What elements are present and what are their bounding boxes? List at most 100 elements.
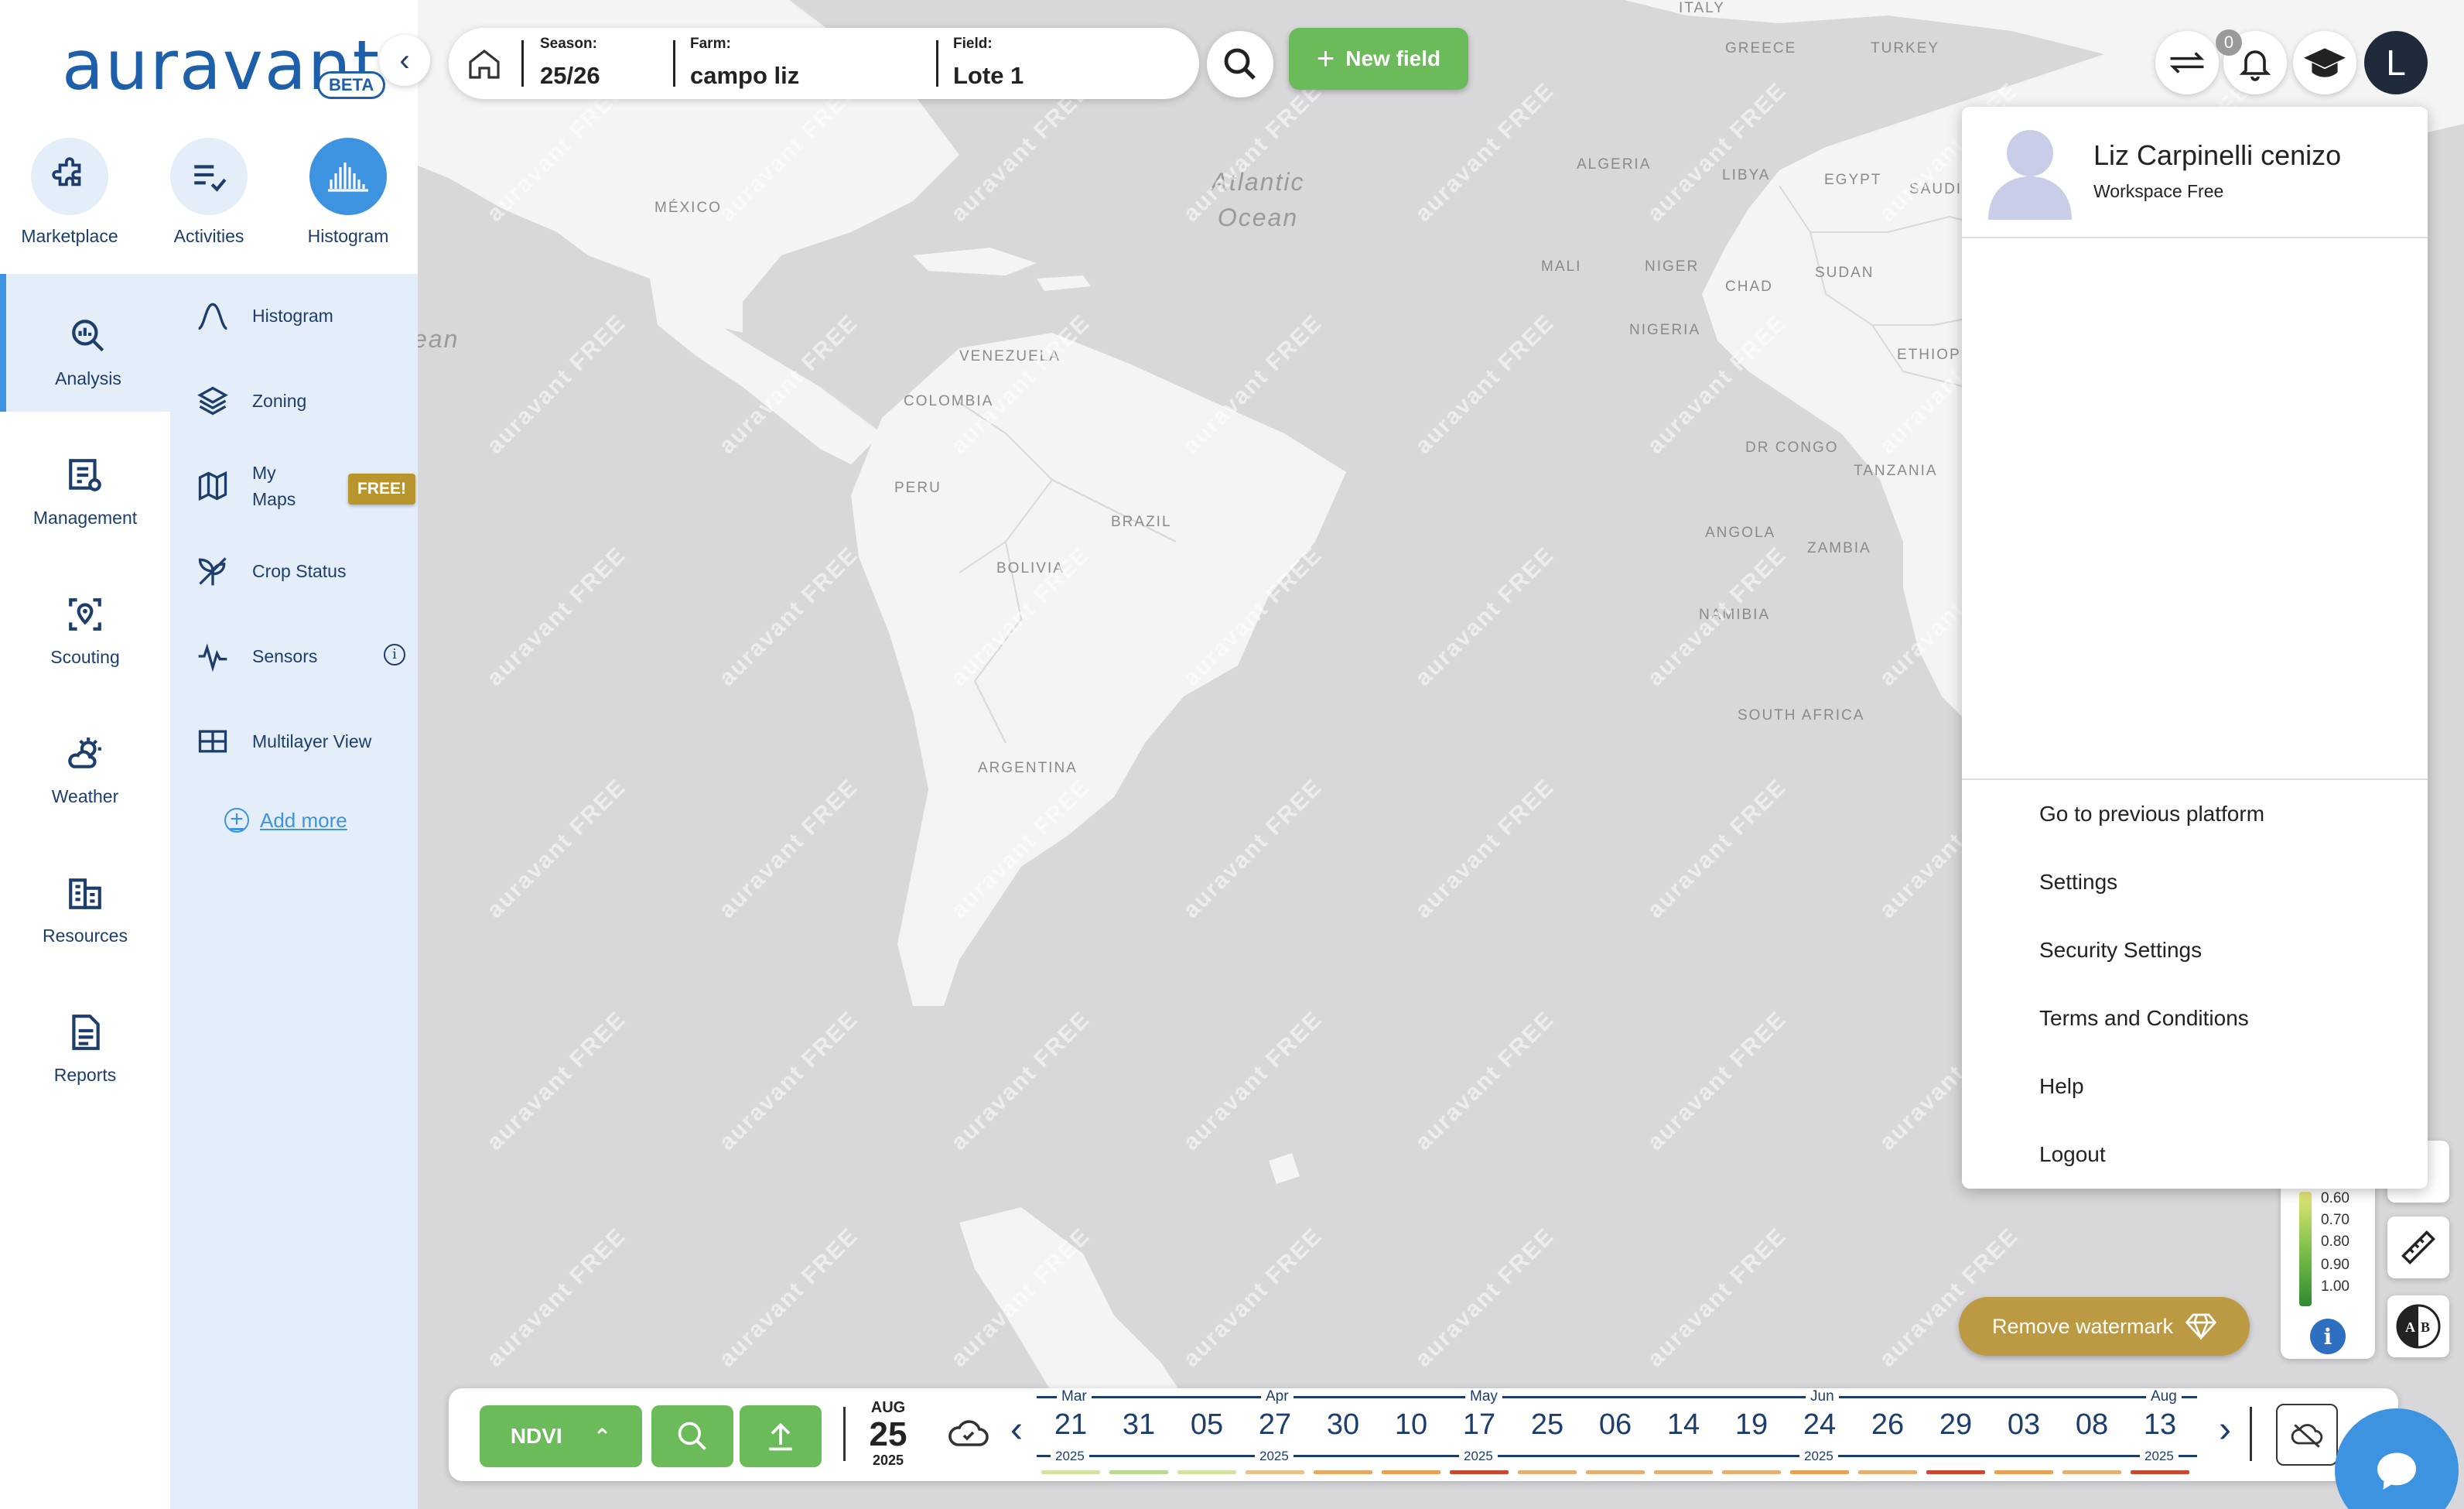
field-selector[interactable]: Field: Lote 1 xyxy=(953,36,1024,90)
map-label: ZAMBIA xyxy=(1807,540,1871,556)
add-more-link[interactable]: + Add more xyxy=(224,808,347,833)
index-selector[interactable]: NDVI ⌃ xyxy=(480,1405,642,1467)
cloud-filter-button[interactable] xyxy=(947,1415,990,1457)
legend-value: 0.80 xyxy=(2321,1234,2350,1250)
timeline-date[interactable]: 31 xyxy=(1105,1408,1173,1442)
subnav-crop-status[interactable]: Crop Status xyxy=(193,540,410,602)
timeline-date[interactable]: 19 xyxy=(1717,1408,1786,1442)
timeline-date[interactable]: 25 xyxy=(1513,1408,1581,1442)
map-label: BRAZIL xyxy=(1111,514,1172,530)
topnav-label: Activities xyxy=(173,226,244,246)
home-button[interactable] xyxy=(466,45,503,86)
chevron-left-icon: ‹ xyxy=(1010,1409,1023,1450)
timeline-quality-bar xyxy=(1450,1470,1509,1474)
search-button[interactable] xyxy=(1207,31,1273,98)
subnav-label: Histogram xyxy=(252,305,333,326)
chevron-up-icon: ⌃ xyxy=(593,1424,612,1449)
puzzle-icon xyxy=(31,138,108,215)
map-label: GREECE xyxy=(1725,40,1797,56)
subnav-sensors[interactable]: Sensors i xyxy=(193,625,410,687)
menu-help[interactable]: Help xyxy=(2039,1074,2084,1099)
topnav-histogram[interactable]: Histogram xyxy=(294,138,402,247)
timeline-quality-bar xyxy=(1994,1470,2053,1474)
nav-resources[interactable]: Resources xyxy=(0,831,170,969)
timeline-date[interactable]: 26 xyxy=(1854,1408,1922,1442)
cloud-off-button[interactable] xyxy=(2276,1404,2338,1466)
academy-button[interactable] xyxy=(2293,31,2356,94)
timeline-date[interactable]: 05 xyxy=(1173,1408,1241,1442)
legend-value: 0.90 xyxy=(2321,1257,2350,1273)
timeline-date[interactable]: 30 xyxy=(1309,1408,1377,1442)
season-selector[interactable]: Season: 25/26 xyxy=(540,36,600,90)
measure-tool-button[interactable] xyxy=(2387,1216,2449,1278)
subnav-zoning[interactable]: Zoning xyxy=(193,370,410,432)
switch-button[interactable] xyxy=(2155,31,2219,94)
zoom-image-button[interactable] xyxy=(651,1405,733,1467)
farm-selector[interactable]: Farm: campo liz xyxy=(690,36,799,90)
timeline-quality-bar xyxy=(1722,1470,1781,1474)
ndvi-legend: 0.60 0.70 0.80 0.90 1.00 i xyxy=(2281,1161,2375,1359)
menu-settings[interactable]: Settings xyxy=(2039,870,2117,895)
remove-watermark-button[interactable]: Remove watermark xyxy=(1959,1297,2250,1356)
subnav-histogram[interactable]: Histogram xyxy=(193,285,410,347)
nav-reports[interactable]: Reports xyxy=(0,970,170,1108)
user-name: Liz Carpinelli cenizo xyxy=(2093,139,2342,171)
divider xyxy=(673,40,675,87)
new-field-button[interactable]: + New field xyxy=(1289,28,1468,90)
logo[interactable]: auravant BETA xyxy=(62,31,386,101)
subnav-label: Crop Status xyxy=(252,560,347,581)
user-avatar-button[interactable]: L xyxy=(2364,31,2428,94)
timeline-date[interactable]: 14 xyxy=(1649,1408,1717,1442)
nav-weather[interactable]: Weather xyxy=(0,692,170,830)
nav-analysis[interactable]: Analysis xyxy=(0,274,170,412)
timeline-quality-bar xyxy=(1858,1470,1917,1474)
timeline-date[interactable]: 21 xyxy=(1037,1408,1105,1442)
menu-logout[interactable]: Logout xyxy=(2039,1142,2106,1167)
timeline-date[interactable]: 27 xyxy=(1241,1408,1309,1442)
menu-previous-platform[interactable]: Go to previous platform xyxy=(2039,802,2264,826)
timeline-date[interactable]: 17 xyxy=(1445,1408,1513,1442)
menu-terms[interactable]: Terms and Conditions xyxy=(2039,1006,2249,1031)
plus-circle-icon: + xyxy=(224,808,249,833)
map-label: MALI xyxy=(1541,258,1582,275)
subnav-my-maps[interactable]: My Maps FREE! xyxy=(193,455,415,517)
subnav-multilayer[interactable]: Multilayer View xyxy=(193,710,410,772)
topnav-marketplace[interactable]: Marketplace xyxy=(15,138,124,247)
layers-icon xyxy=(193,382,232,420)
scouting-icon xyxy=(62,591,108,638)
user-avatar-placeholder-icon xyxy=(1985,122,2075,224)
timeline-quality-bar xyxy=(2062,1470,2121,1474)
map-label: NIGERIA xyxy=(1629,322,1701,338)
timeline-bottom-line xyxy=(1037,1455,2197,1457)
timeline-quality-bar xyxy=(1177,1470,1236,1474)
timeline-date[interactable]: 29 xyxy=(1922,1408,1990,1442)
menu-security-settings[interactable]: Security Settings xyxy=(2039,938,2202,963)
timeline-date[interactable]: 13 xyxy=(2126,1408,2194,1442)
legend-value: 0.70 xyxy=(2321,1212,2350,1228)
timeline-prev-button[interactable]: ‹ xyxy=(1010,1408,1023,1451)
topnav-activities[interactable]: Activities xyxy=(155,138,263,247)
nav-scouting[interactable]: Scouting xyxy=(0,553,170,690)
timeline-next-button[interactable]: › xyxy=(2219,1408,2231,1451)
topnav-label: Histogram xyxy=(307,226,389,246)
timeline-date[interactable]: 08 xyxy=(2058,1408,2126,1442)
chevron-left-icon: ‹ xyxy=(399,43,410,77)
legend-info-button[interactable]: i xyxy=(2310,1319,2346,1354)
ocean-label-left: ean xyxy=(418,325,460,353)
timeline-date[interactable]: 03 xyxy=(1990,1408,2058,1442)
notification-count: 0 xyxy=(2216,29,2242,56)
info-icon[interactable]: i xyxy=(384,644,405,666)
upload-button[interactable] xyxy=(740,1405,822,1467)
collapse-sidebar-button[interactable]: ‹ xyxy=(379,35,430,86)
beta-badge: BETA xyxy=(317,71,386,99)
timeline-month-label: May xyxy=(1465,1388,1502,1405)
compare-tool-button[interactable]: AB xyxy=(2387,1295,2449,1357)
timeline-date[interactable]: 10 xyxy=(1377,1408,1445,1442)
timeline-quality-bar xyxy=(1382,1470,1440,1474)
timeline-date[interactable]: 06 xyxy=(1581,1408,1649,1442)
timeline-date[interactable]: 24 xyxy=(1786,1408,1854,1442)
map-label: EGYPT xyxy=(1824,172,1882,188)
map-icon xyxy=(193,467,232,505)
nav-management[interactable]: Management xyxy=(0,413,170,551)
map-label: LIBYA xyxy=(1722,167,1771,183)
